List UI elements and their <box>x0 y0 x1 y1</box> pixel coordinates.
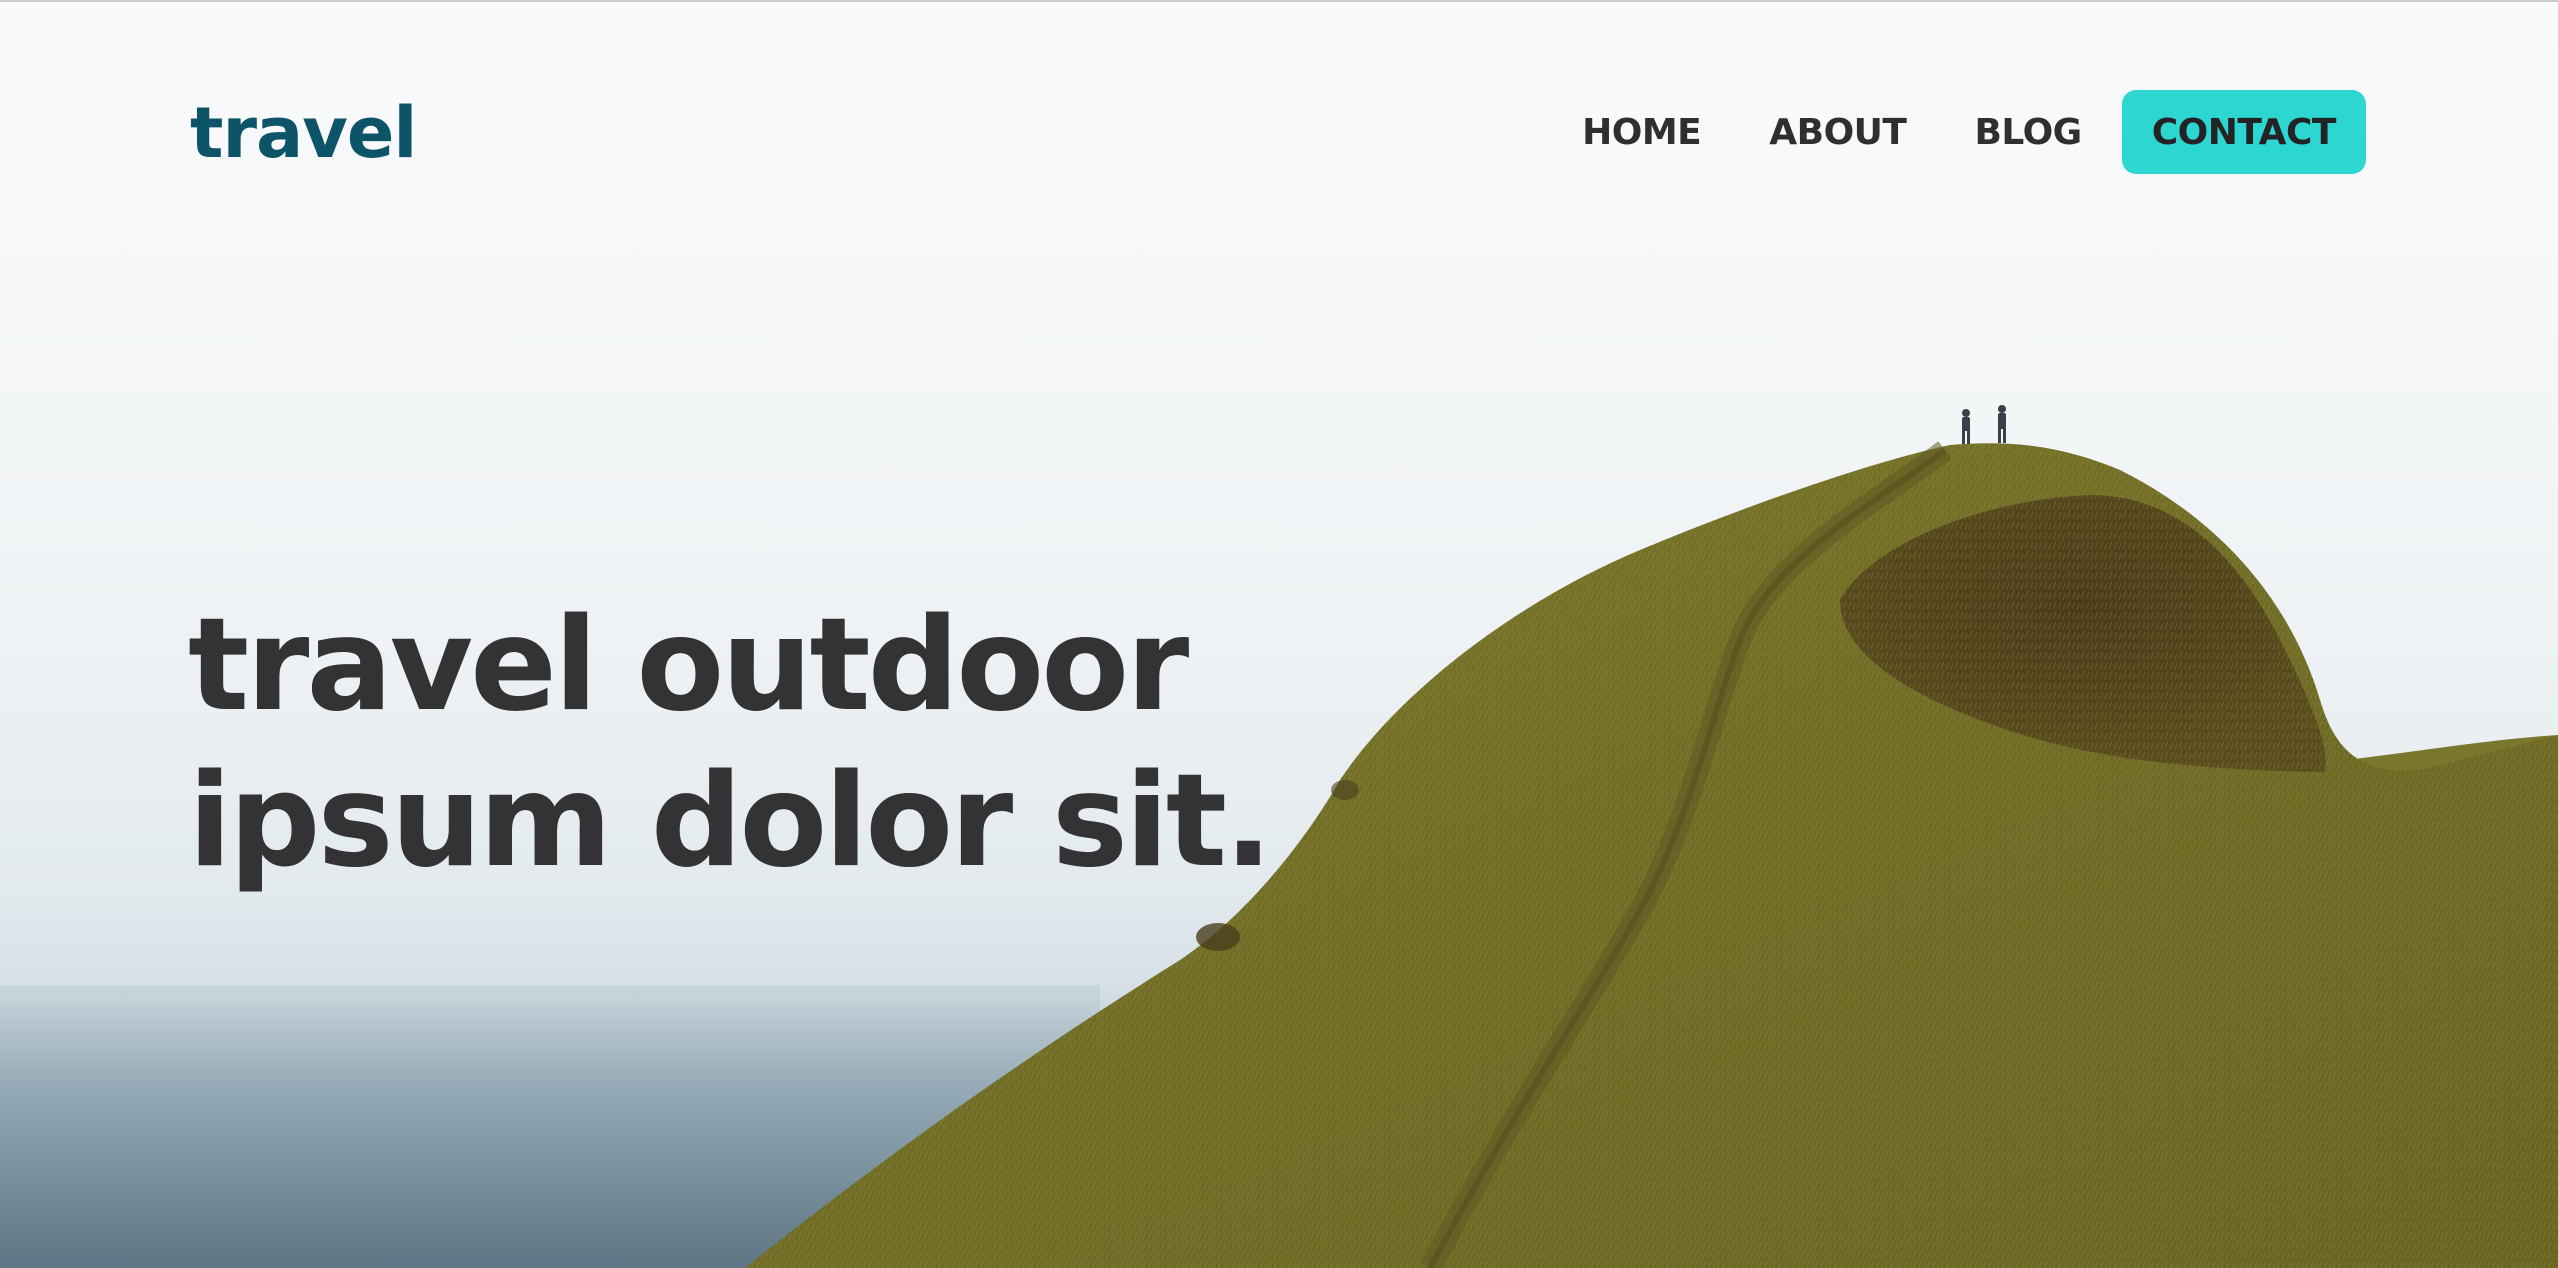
nav-blog-link[interactable]: BLOG <box>1974 112 2082 153</box>
hero-heading-line-1: travel outdoor <box>188 591 1189 740</box>
hero-heading: travel outdoor ipsum dolor sit. <box>188 588 1273 900</box>
nav-about-link[interactable]: ABOUT <box>1769 112 1907 153</box>
nav-home-link[interactable]: HOME <box>1582 112 1702 153</box>
landing-page: travel HOME ABOUT BLOG CONTACT travel ou… <box>0 0 2558 1268</box>
hero-heading-line-2: ipsum dolor sit. <box>188 747 1273 896</box>
contact-button[interactable]: CONTACT <box>2121 90 2366 174</box>
hikers <box>1962 405 2006 444</box>
main-nav: HOME ABOUT BLOG CONTACT <box>1582 90 2366 174</box>
logo[interactable]: travel <box>190 98 417 168</box>
